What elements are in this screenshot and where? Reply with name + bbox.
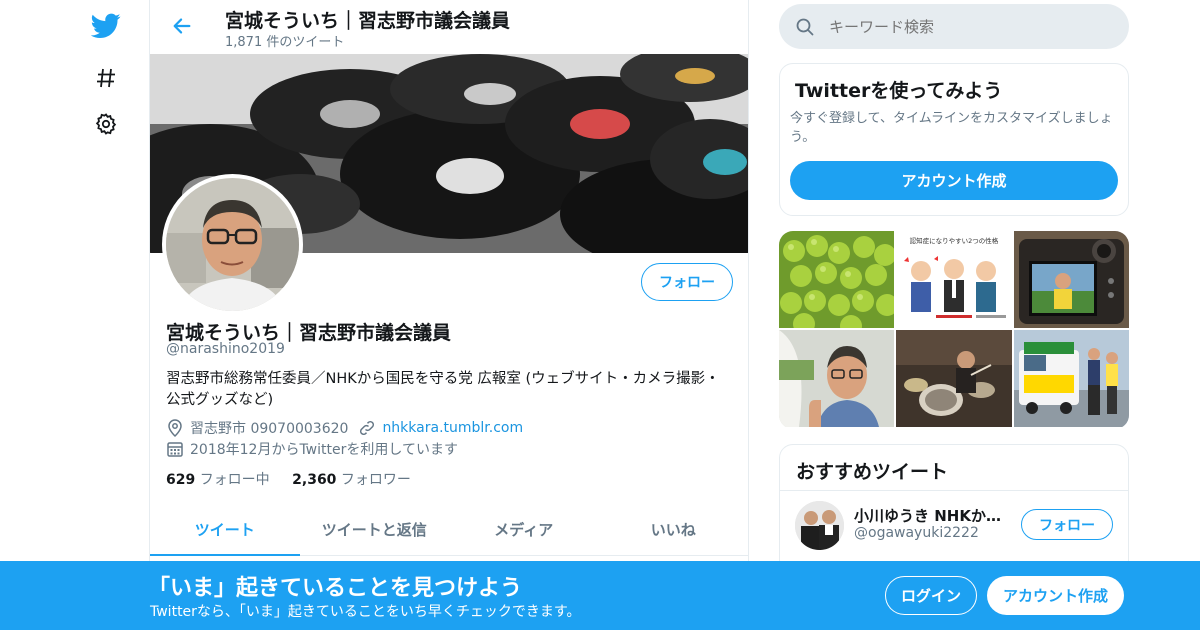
tab-tweets-and-replies[interactable]: ツイートと返信 [300,504,450,555]
recommended-avatar[interactable] [795,501,844,550]
link-icon [358,419,376,437]
media-thumbnail[interactable] [896,330,1012,427]
followers-stat[interactable]: 2,360 フォロワー [292,472,411,488]
profile-handle: @narashino2019 [166,341,285,357]
create-account-button[interactable]: アカウント作成 [790,161,1118,200]
following-count: 629 [166,472,196,488]
divider [780,490,1128,491]
followers-count: 2,360 [292,472,337,488]
tab-media[interactable]: メディア [449,504,599,555]
tweet-count: 1,871 件のツイート [225,35,345,50]
profile-tabs: ツイート ツイートと返信 メディア いいね [150,504,748,556]
signup-card-description: 今すぐ登録して、タイムラインをカスタマイズしましょう。 [790,111,1113,145]
following-stat[interactable]: 629 フォロー中 [166,472,270,488]
profile-column: 宮城そういち｜習志野市議会議員 1,871 件のツイート フォロー 宮城そういち… [149,0,749,630]
tab-likes[interactable]: いいね [599,504,749,555]
profile-website-link[interactable]: nhkkara.tumblr.com [382,420,523,436]
recommended-title: おすすめツイート [796,461,949,483]
followers-label: フォロワー [340,472,411,488]
search-box[interactable] [779,4,1129,49]
signup-card-title: Twitterを使ってみよう [795,80,1003,102]
gear-icon[interactable] [90,108,122,140]
location-pin-icon [166,419,184,437]
recommended-tweets-card: おすすめツイート 小川ゆうき NHKから国民を守る党 @ogawayuki222… [779,444,1129,574]
signup-card: Twitterを使ってみよう 今すぐ登録して、タイムラインをカスタマイズしましょ… [779,63,1129,216]
profile-location: 習志野市 09070003620 [190,421,349,437]
hashtag-icon[interactable] [90,62,122,94]
recommended-handle: @ogawayuki2222 [854,525,979,541]
bottom-signup-bar: 「いま」起きていることを見つけよう Twitterなら、「いま」起きていることを… [0,561,1200,630]
profile-meta-location: 習志野市 09070003620 nhkkara.tumblr.com [166,418,523,438]
recommended-name[interactable]: 小川ゆうき NHKから国民を守る党 [854,505,1014,526]
bottom-create-account-button[interactable]: アカウント作成 [987,576,1124,615]
media-thumbnail[interactable] [779,231,894,328]
following-label: フォロー中 [199,472,270,488]
media-gallery: 認知症になりやすい2つの性格 [779,231,1129,429]
media-thumbnail[interactable] [779,330,894,427]
media-caption: 認知症になりやすい2つの性格 [910,236,999,245]
login-button[interactable]: ログイン [885,576,977,615]
profile-meta-joined: 2018年12月からTwitterを利用しています [166,439,458,459]
calendar-icon [166,440,184,458]
search-icon [795,17,815,37]
recommended-follow-button[interactable]: フォロー [1021,509,1113,540]
profile-header: 宮城そういち｜習志野市議会議員 1,871 件のツイート [150,0,748,54]
media-thumbnail[interactable]: 認知症になりやすい2つの性格 [896,231,1012,328]
media-thumbnail[interactable] [1014,231,1129,328]
bottom-bar-subtitle: Twitterなら、「いま」起きていることをいち早くチェックできます。 [150,604,581,620]
media-thumbnail[interactable] [1014,330,1129,427]
profile-stats: 629 フォロー中 2,360 フォロワー [166,469,411,489]
back-arrow-icon[interactable] [168,12,196,40]
header-title: 宮城そういち｜習志野市議会議員 [225,10,511,32]
search-input[interactable] [829,17,1099,36]
tab-tweets[interactable]: ツイート [150,504,300,556]
profile-bio: 習志野市総務常任委員／NHKから国民を守る党 広報室 (ウェブサイト・カメラ撮影… [166,371,720,408]
bottom-bar-title: 「いま」起きていることを見つけよう [148,576,523,601]
profile-joined: 2018年12月からTwitterを利用しています [190,442,458,458]
follow-button[interactable]: フォロー [641,263,733,301]
profile-avatar[interactable] [162,174,303,315]
twitter-logo-icon[interactable] [90,10,122,42]
